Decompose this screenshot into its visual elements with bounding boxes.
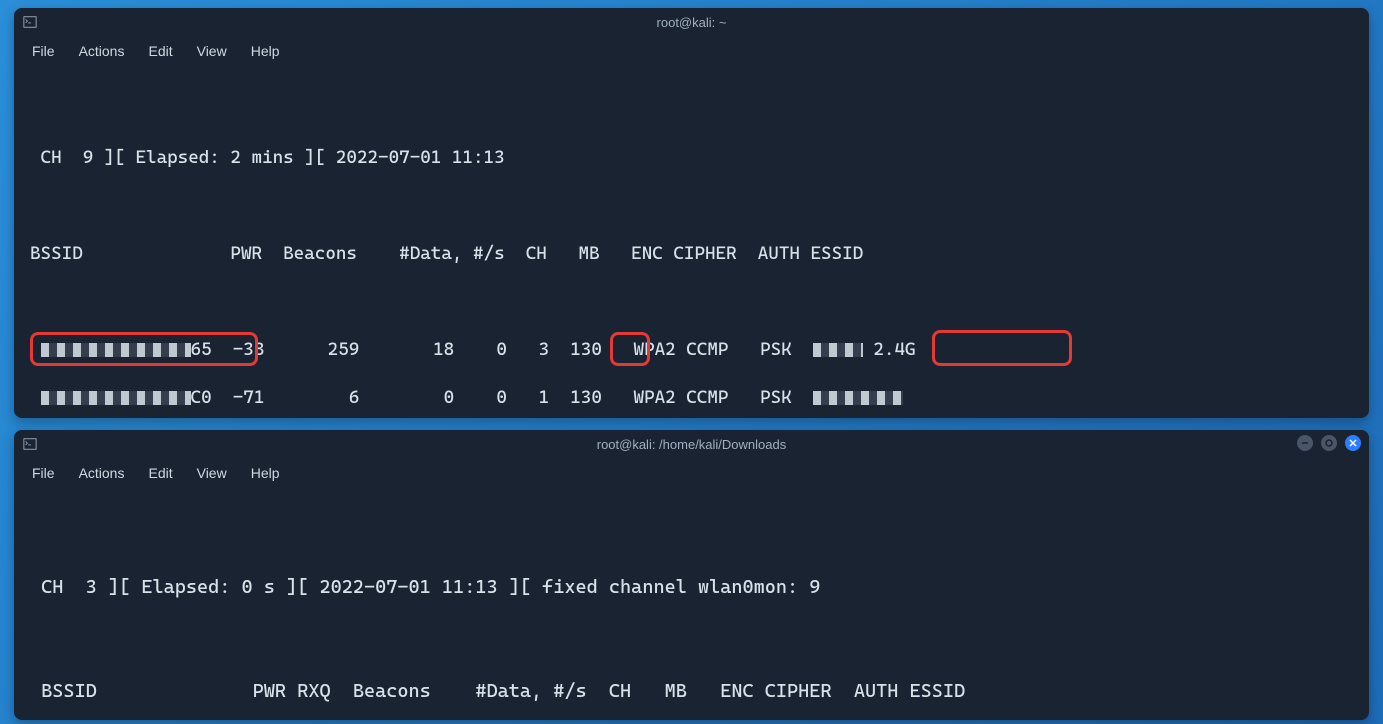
status-line: CH 9 ][ Elapsed: 2 mins ][ 2022-07-01 11… [30,146,1353,170]
ch-value: 3 [539,339,550,360]
terminal-window-2: root@kali: /home/kali/Downloads File Act… [14,430,1369,720]
enc-value: WPA2 [634,339,676,360]
bssid-suffix: C0 [191,387,212,408]
window-title: root@kali: ~ [657,15,727,30]
empty-row [30,290,1353,314]
titlebar: root@kali: /home/kali/Downloads [14,430,1369,458]
ps-value: 0 [496,387,507,408]
minimize-button[interactable] [1297,435,1313,451]
terminal-output[interactable]: CH 9 ][ Elapsed: 2 mins ][ 2022-07-01 11… [14,66,1369,418]
ch-value: 1 [539,387,550,408]
menu-help[interactable]: Help [243,461,288,485]
highlight-essid-1 [932,330,1072,366]
ap-row: 65 -38 259 18 0 3 130 WPA2 CCMP PSK 2.4G [30,338,1353,362]
ap-header: BSSID PWR Beacons #Data, #/s CH MB ENC C… [30,242,1353,266]
menu-actions[interactable]: Actions [71,39,133,63]
menu-file[interactable]: File [24,461,63,485]
terminal-window-1: root@kali: ~ File Actions Edit View Help… [14,8,1369,418]
ap-header: BSSID PWR RXQ Beacons #Data, #/s CH MB E… [30,678,1353,704]
terminal-icon [22,436,38,452]
mb-value: 130 [570,387,602,408]
menu-help[interactable]: Help [243,39,288,63]
ap-row: C0 -71 6 0 0 1 130 WPA2 CCMP PSK [30,386,1353,410]
terminal-icon [22,14,38,30]
menu-edit[interactable]: Edit [140,461,180,485]
empty-row [30,626,1353,652]
menu-actions[interactable]: Actions [71,461,133,485]
enc-value: WPA2 [634,387,676,408]
empty-row [30,98,1353,122]
status-line: CH 3 ][ Elapsed: 0 s ][ 2022-07-01 11:13… [30,574,1353,600]
essid-suffix: 2.4G [873,339,915,360]
window-title: root@kali: /home/kali/Downloads [597,437,787,452]
maximize-button[interactable] [1321,435,1337,451]
empty-row [30,194,1353,218]
terminal-output[interactable]: CH 3 ][ Elapsed: 0 s ][ 2022-07-01 11:13… [14,488,1369,720]
beacons-value: 6 [349,387,360,408]
essid-redacted [813,391,903,405]
auth-value: PSK [760,339,792,360]
bssid-suffix: 65 [191,339,212,360]
titlebar: root@kali: ~ [14,8,1369,36]
close-button[interactable] [1345,435,1361,451]
ps-value: 0 [496,339,507,360]
empty-row [30,522,1353,548]
window-controls [1297,435,1361,451]
menu-file[interactable]: File [24,39,63,63]
bssid-redacted [41,343,191,357]
pwr-value: -38 [233,339,265,360]
pwr-value: -71 [233,387,265,408]
beacons-value: 259 [328,339,360,360]
bssid-redacted [41,391,191,405]
mb-value: 130 [570,339,602,360]
menu-view[interactable]: View [189,39,235,63]
data-value: 0 [444,387,455,408]
menu-view[interactable]: View [189,461,235,485]
menubar: File Actions Edit View Help [14,458,1369,488]
menu-edit[interactable]: Edit [140,39,180,63]
essid-redacted [813,343,863,357]
data-value: 18 [433,339,454,360]
cipher-value: CCMP [686,387,728,408]
auth-value: PSK [760,387,792,408]
cipher-value: CCMP [686,339,728,360]
menubar: File Actions Edit View Help [14,36,1369,66]
